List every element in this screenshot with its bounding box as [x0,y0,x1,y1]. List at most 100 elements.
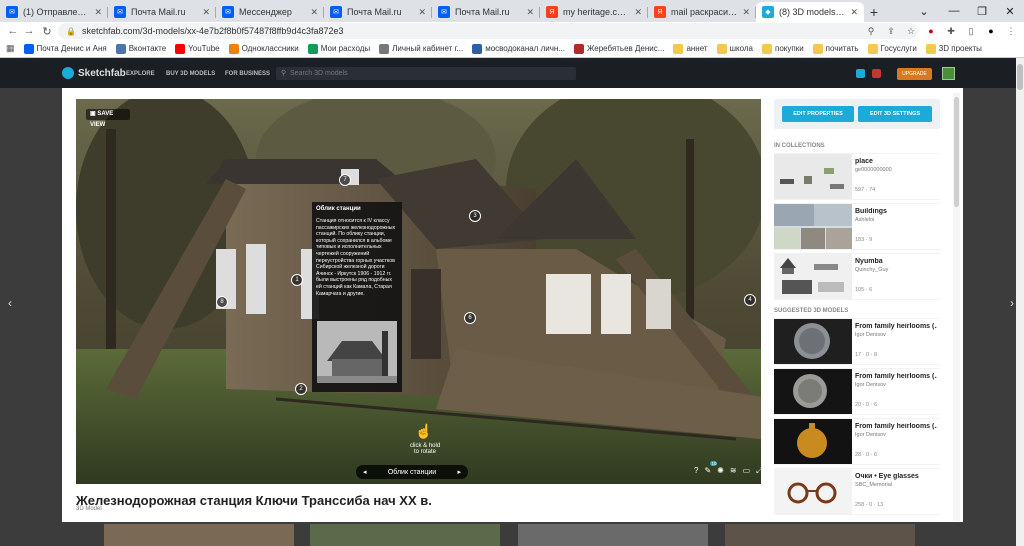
browser-tab[interactable]: ✉ Почта Mail.ru ✕ [432,2,540,22]
browser-tab[interactable]: Яmail раскрасить фот ✕ [648,2,756,22]
prev-model-arrow-icon[interactable]: ‹ [8,296,12,310]
notifications-icon[interactable] [872,69,881,78]
tab-label: mail раскрасить фот [671,7,738,17]
close-tab-icon[interactable]: ✕ [634,7,642,18]
browser-tab[interactable]: ✉ Мессенджер ✕ [216,2,324,22]
browser-tab[interactable]: ✉ Почта Mail.ru ✕ [324,2,432,22]
edit-properties-button[interactable]: EDIT PROPERTIES [782,106,854,122]
bookmark-item[interactable]: Мои расходы [307,43,370,54]
suggested-card[interactable]: From family heirlooms (... Igor Denisov … [774,369,940,414]
edit-3d-settings-button[interactable]: EDIT 3D SETTINGS [858,106,932,122]
bookmark-item[interactable]: Жеребятьев Денис... [573,43,664,54]
hotspot-2[interactable]: 2 [295,383,307,395]
new-tab-button[interactable]: + [864,2,884,22]
annotation-photo [317,321,397,383]
collection-card[interactable]: place ge0000000000 597 · 74 [774,154,940,199]
model-title: Железнодорожная станция Ключи Транссиба … [76,493,432,508]
forward-icon[interactable]: → [20,25,38,37]
site-search-input[interactable]: Search 3D models [276,67,576,80]
popup-scrollbar[interactable] [953,93,960,521]
layers-icon[interactable]: ≋ [730,466,737,478]
user-avatar[interactable] [942,67,955,80]
nav-for-business[interactable]: FOR BUSINESS [225,71,270,77]
bookmark-item[interactable]: Одноклассники [228,43,299,54]
sketchfab-logo[interactable]: Sketchfab [62,67,126,79]
bookmark-item[interactable]: мосводоканал личн... [472,43,565,54]
bookmark-item[interactable]: Вконтакте [115,43,166,54]
bookmark-item[interactable]: 3D проекты [925,43,982,54]
bookmark-item[interactable]: покупки [761,43,804,54]
popup-scrollbar-thumb[interactable] [954,97,959,207]
help-icon[interactable]: ? [694,466,698,478]
collection-author: Ashleloi [855,217,875,223]
tab-search-icon[interactable]: ⌄ [910,0,938,22]
logo-text: Sketchfab [78,67,126,79]
close-tab-icon[interactable]: ✕ [418,7,426,18]
bookmark-label: аннет [686,44,708,53]
annotation-title: Облик станции [316,206,361,212]
extensions-icon[interactable]: ✚ [944,24,958,38]
annotation-nav-label: Облик станции [387,468,437,476]
bookmark-item[interactable]: Почта Денис и Аня [23,43,107,54]
suggested-card[interactable]: From family heirlooms (... Igor Denisov … [774,319,940,364]
settings-icon[interactable]: ✺ [717,466,724,478]
collection-stats: 183 · 9 [855,237,873,243]
bookmark-star-icon[interactable]: ☆ [904,24,918,38]
hotspot-1[interactable]: 1 [291,274,303,286]
save-view-button[interactable]: ▣ SAVE VIEW [86,109,130,128]
hotspot-4[interactable]: 4 [744,294,756,306]
close-tab-icon[interactable]: ✕ [526,7,534,18]
share-icon[interactable]: ⇪ [884,24,898,38]
bookmark-item[interactable]: YouTube [175,43,220,54]
next-annotation-icon[interactable]: ▸ [457,468,461,476]
close-tab-icon[interactable]: ✕ [850,7,858,18]
annotations-toggle-icon[interactable]: ✎ 10 [704,461,718,478]
bookmark-icon [716,43,727,54]
prev-annotation-icon[interactable]: ◂ [363,468,367,476]
close-tab-icon[interactable]: ✕ [742,7,750,18]
profile-avatar-icon[interactable]: ● [984,24,998,38]
nav-explore[interactable]: EXPLORE [126,71,155,77]
browser-tab[interactable]: Яmy heritage.com — Я ✕ [540,2,648,22]
browser-tab[interactable]: ✉ Почта Mail.ru ✕ [108,2,216,22]
bookmark-item[interactable]: Личный кабинет г... [379,43,463,54]
collection-card[interactable]: Buildings Ashleloi 183 · 9 [774,204,940,249]
upgrade-button[interactable]: UPGRADE [897,68,932,80]
hotspot-8[interactable]: 8 [216,296,228,308]
reload-icon[interactable]: ↻ [38,25,56,38]
close-tab-icon[interactable]: ✕ [310,7,318,18]
logo-icon [62,67,74,79]
menu-icon[interactable]: ⋮ [1004,24,1018,38]
bookmark-item[interactable]: аннет [673,43,708,54]
maximize-button[interactable]: ❐ [968,0,996,22]
close-tab-icon[interactable]: ✕ [202,7,210,18]
close-window-button[interactable]: ✕ [996,0,1024,22]
close-tab-icon[interactable]: ✕ [94,7,102,18]
nav-buy-3d-models[interactable]: BUY 3D MODELS [166,71,215,77]
bookmark-item[interactable]: Госуслуги [867,43,917,54]
hotspot-3[interactable]: 3 [469,210,481,222]
bookmark-item[interactable]: школа [716,43,753,54]
opera-extension-icon[interactable]: ● [924,24,938,38]
url-field[interactable]: 🔒 sketchfab.com/3d-models/xx-4e7b2f8b0f5… [58,23,918,39]
hotspot-7[interactable]: 7 [339,174,351,186]
upload-icon[interactable] [856,69,865,78]
sidebar-icon[interactable]: ▯ [964,24,978,38]
fullscreen-icon[interactable]: ⤢ [756,466,762,478]
page-scrollbar-thumb[interactable] [1017,64,1023,90]
next-model-arrow-icon[interactable]: › [1010,296,1014,310]
search-icon[interactable]: ⚲ [864,24,878,38]
vr-icon[interactable]: ▭ [743,466,751,478]
hotspot-6[interactable]: 6 [464,312,476,324]
browser-tab[interactable]: ◆ (8) 3D models by De ✕ [756,2,864,22]
apps-icon[interactable]: ▦ [6,43,15,54]
suggested-title: From family heirlooms (... [855,373,937,380]
suggested-card[interactable]: Очки • Eye glasses SBC_Memorial 258 · 0 … [774,469,940,514]
bookmark-item[interactable]: почитать [812,43,859,54]
suggested-card[interactable]: From family heirlooms (... Igor Denisov … [774,419,940,464]
collection-stats: 597 · 74 [855,187,876,193]
minimize-button[interactable]: — [940,0,968,22]
collection-card[interactable]: Nyumba Quinchy_Guy 105 · 6 [774,254,940,299]
browser-tab[interactable]: ✉ (1) Отправленные - ✕ [0,2,108,22]
page-scrollbar[interactable] [1016,58,1024,546]
